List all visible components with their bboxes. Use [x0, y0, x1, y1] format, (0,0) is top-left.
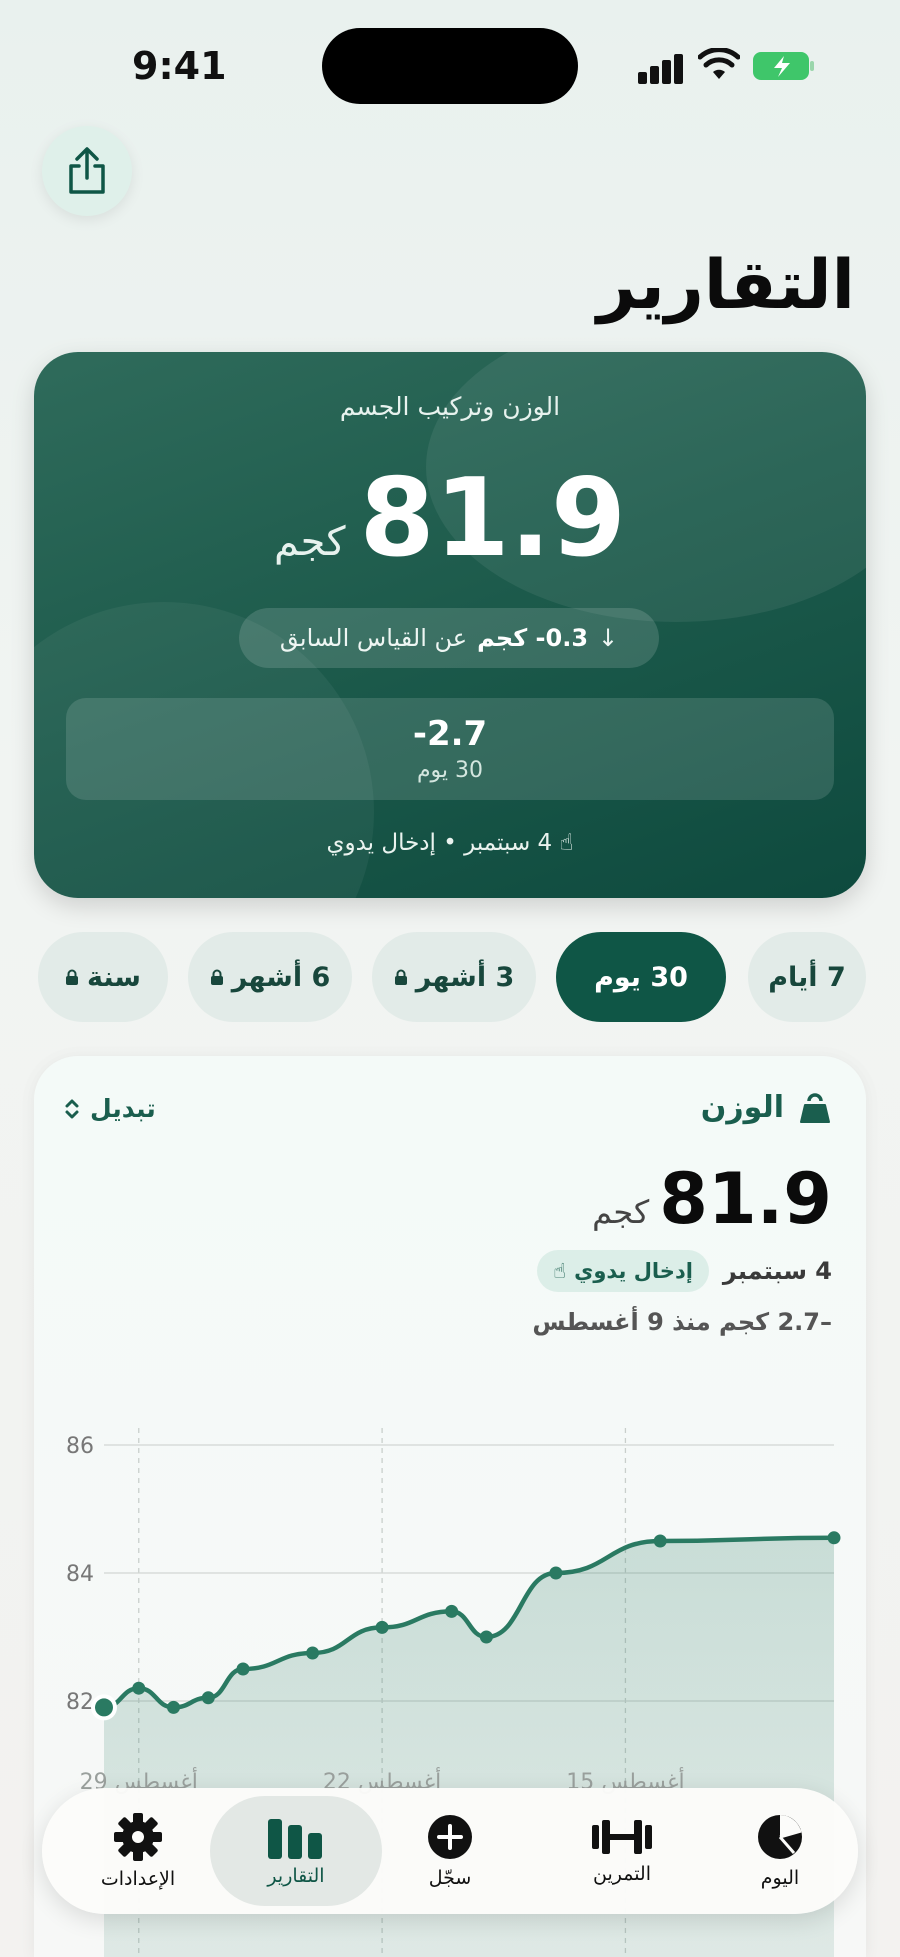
status-time: 9:41 — [132, 44, 227, 88]
data-point — [201, 1691, 215, 1705]
battery-charging-icon — [753, 52, 814, 80]
data-point — [653, 1534, 667, 1548]
tab-label: الإعدادات — [100, 1868, 176, 1890]
change-since-text: –2.7 كجم منذ 9 أغسطس — [532, 1308, 832, 1336]
data-point — [236, 1662, 250, 1676]
period-selector: 7 أيام 30 يوم 3 أشهر 6 أشهر سنة ال — [34, 932, 866, 1024]
data-point — [306, 1646, 320, 1660]
tab-settings[interactable]: الإعدادات — [58, 1796, 218, 1906]
lock-icon — [210, 969, 223, 985]
tab-workout[interactable]: التمرين — [542, 1796, 702, 1906]
tab-label: التمرين — [592, 1863, 652, 1885]
period-label: 3 أشهر — [415, 961, 515, 993]
tab-bar: اليوم التمرين سجّل التقارير الإعدادات — [42, 1788, 858, 1914]
card-weight-unit: كجم — [592, 1193, 650, 1231]
y-tick-label: 84 — [66, 1562, 94, 1587]
cellular-signal-icon — [638, 52, 686, 84]
data-point — [167, 1700, 181, 1714]
toggle-label: تبديل — [90, 1094, 156, 1123]
period-30-days[interactable]: 30 يوم — [556, 932, 726, 1022]
period-label: 30 يوم — [594, 961, 688, 993]
manual-entry-badge: إدخال يدوي ☝ — [537, 1250, 709, 1292]
dumbbell-icon — [592, 1820, 652, 1854]
data-point — [445, 1604, 459, 1618]
weight-summary-card[interactable]: الوزن وتركيب الجسم 81.9 كجم ↓ 0.3- كجم عن… — [34, 352, 866, 898]
period-7-days[interactable]: 7 أيام — [748, 932, 866, 1022]
data-point — [549, 1566, 563, 1580]
toggle-metric-button[interactable]: تبديل — [64, 1094, 156, 1123]
card-weight-value: 81.9كجم — [592, 1158, 833, 1240]
y-tick-label: 82 — [66, 1690, 94, 1715]
bar-chart-icon — [268, 1819, 322, 1859]
tab-reports[interactable]: التقارير — [210, 1796, 382, 1906]
data-point — [479, 1630, 493, 1644]
status-bar: 9:41 — [0, 0, 900, 130]
y-tick-label: 86 — [66, 1434, 94, 1459]
hero-weight-value: 81.9 كجم — [34, 456, 866, 581]
card-title: الوزن — [701, 1090, 832, 1125]
period-year[interactable]: سنة — [38, 932, 168, 1022]
delta-value: 0.3- كجم — [477, 624, 589, 652]
hero-label: الوزن وتركيب الجسم — [339, 392, 561, 421]
data-point — [827, 1531, 841, 1545]
tab-log[interactable]: سجّل — [370, 1796, 530, 1906]
period-3-months[interactable]: 3 أشهر — [372, 932, 536, 1022]
hand-pointer-icon: ☝ — [553, 1259, 567, 1283]
pie-chart-icon — [758, 1815, 802, 1859]
share-icon — [69, 147, 105, 194]
period-label: سنة — [87, 961, 141, 993]
delta-pill: ↓ 0.3- كجم عن القياس السابق — [239, 608, 659, 668]
period-change-label: 30 يوم — [416, 758, 484, 783]
hero-weight-unit: كجم — [274, 519, 346, 565]
gear-icon — [114, 1813, 162, 1861]
page-title: التقارير — [596, 246, 855, 325]
hand-pointer-icon: ☝ — [559, 830, 574, 856]
wifi-icon — [698, 48, 740, 79]
plus-circle-icon — [428, 1815, 472, 1859]
card-weight-number: 81.9 — [659, 1158, 833, 1240]
data-point — [132, 1681, 146, 1695]
share-button[interactable] — [42, 126, 132, 216]
chevron-up-down-icon — [65, 1099, 79, 1118]
tab-label: سجّل — [428, 1867, 472, 1889]
hero-footer-separator: • — [443, 830, 457, 856]
hero-footer-date: 4 سبتمبر — [464, 830, 553, 856]
tab-label: اليوم — [760, 1867, 800, 1889]
card-meta: 4 سبتمبر إدخال يدوي ☝ — [537, 1250, 832, 1292]
tab-label: التقارير — [267, 1865, 325, 1887]
kettlebell-icon — [800, 1092, 830, 1123]
card-source: إدخال يدوي — [574, 1259, 693, 1283]
lock-icon — [394, 969, 407, 985]
data-point — [375, 1620, 389, 1634]
hero-weight-number: 81.9 — [359, 456, 628, 581]
period-6-months[interactable]: 6 أشهر — [188, 932, 352, 1022]
delta-text: عن القياس السابق — [279, 624, 468, 652]
period-change-value: -2.7 — [412, 714, 488, 754]
hero-footer: ☝ 4 سبتمبر • إدخال يدوي — [34, 830, 866, 856]
card-date: 4 سبتمبر — [722, 1257, 832, 1285]
data-point — [95, 1698, 113, 1717]
arrow-down-icon: ↓ — [598, 624, 619, 652]
hero-footer-source: إدخال يدوي — [326, 830, 436, 856]
lock-icon — [66, 969, 79, 985]
dynamic-island — [322, 28, 578, 104]
period-label: 6 أشهر — [231, 961, 331, 993]
period-change-box: -2.7 30 يوم — [66, 698, 834, 800]
period-label: 7 أيام — [768, 961, 846, 993]
tab-today[interactable]: اليوم — [700, 1796, 860, 1906]
card-title-text: الوزن — [700, 1090, 784, 1125]
